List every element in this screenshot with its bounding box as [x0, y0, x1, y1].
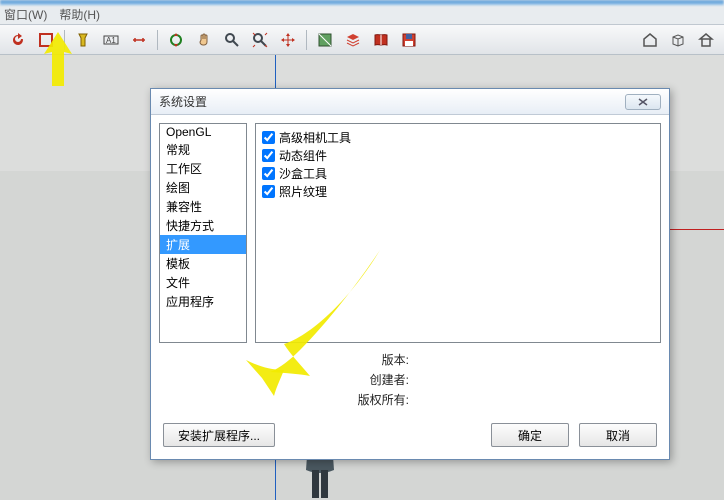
author-label: 创建者: — [255, 371, 415, 388]
extension-checkbox[interactable] — [262, 185, 275, 198]
close-button[interactable] — [625, 94, 661, 110]
cancel-button[interactable]: 取消 — [579, 423, 657, 447]
extension-checkbox[interactable] — [262, 167, 275, 180]
extension-label: 动态组件 — [279, 147, 327, 164]
flashlight-icon[interactable] — [71, 28, 95, 52]
toolbar: A1 — [0, 25, 724, 55]
titlebar-blur — [0, 0, 724, 5]
install-extension-button[interactable]: 安装扩展程序... — [163, 423, 275, 447]
extension-label: 高级相机工具 — [279, 129, 351, 146]
zoom-icon[interactable] — [220, 28, 244, 52]
extension-checkbox[interactable] — [262, 149, 275, 162]
pan-icon[interactable] — [192, 28, 216, 52]
dimension-icon[interactable] — [127, 28, 151, 52]
move-icon[interactable] — [276, 28, 300, 52]
ok-button[interactable]: 确定 — [491, 423, 569, 447]
text-label-icon[interactable]: A1 — [99, 28, 123, 52]
category-item[interactable]: 快捷方式 — [160, 216, 246, 235]
toolbar-separator — [306, 30, 307, 50]
layers-icon[interactable] — [341, 28, 365, 52]
house-icon[interactable] — [638, 28, 662, 52]
category-item[interactable]: 文件 — [160, 273, 246, 292]
system-settings-dialog: 系统设置 OpenGL常规工作区绘图兼容性快捷方式扩展模板文件应用程序 高级相机… — [150, 88, 670, 460]
menubar: 窗口(W) 帮助(H) — [0, 5, 724, 25]
section-icon[interactable] — [313, 28, 337, 52]
refresh-icon[interactable] — [6, 28, 30, 52]
home-icon[interactable] — [694, 28, 718, 52]
extensions-list[interactable]: 高级相机工具动态组件沙盒工具照片纹理 — [255, 123, 661, 343]
orbit-icon[interactable] — [164, 28, 188, 52]
version-label: 版本: — [255, 351, 415, 368]
save-icon[interactable] — [397, 28, 421, 52]
dialog-title: 系统设置 — [159, 93, 207, 110]
zoom-extents-icon[interactable] — [248, 28, 272, 52]
box-icon[interactable] — [666, 28, 690, 52]
category-item[interactable]: 兼容性 — [160, 197, 246, 216]
extension-row[interactable]: 动态组件 — [262, 146, 654, 164]
extension-label: 沙盒工具 — [279, 165, 327, 182]
copyright-label: 版权所有: — [255, 391, 415, 408]
menu-window[interactable]: 窗口(W) — [4, 6, 47, 23]
extension-row[interactable]: 照片纹理 — [262, 182, 654, 200]
category-item[interactable]: 应用程序 — [160, 292, 246, 311]
toolbar-separator — [64, 30, 65, 50]
extension-checkbox[interactable] — [262, 131, 275, 144]
extension-row[interactable]: 沙盒工具 — [262, 164, 654, 182]
book-icon[interactable] — [369, 28, 393, 52]
category-item[interactable]: 常规 — [160, 140, 246, 159]
menu-help[interactable]: 帮助(H) — [59, 6, 100, 23]
dialog-titlebar[interactable]: 系统设置 — [151, 89, 669, 115]
category-item[interactable]: OpenGL — [160, 124, 246, 140]
new-icon[interactable] — [34, 28, 58, 52]
category-item[interactable]: 模板 — [160, 254, 246, 273]
category-item[interactable]: 绘图 — [160, 178, 246, 197]
extension-row[interactable]: 高级相机工具 — [262, 128, 654, 146]
category-list[interactable]: OpenGL常规工作区绘图兼容性快捷方式扩展模板文件应用程序 — [159, 123, 247, 343]
svg-text:A1: A1 — [106, 36, 116, 45]
extension-label: 照片纹理 — [279, 183, 327, 200]
category-item[interactable]: 扩展 — [160, 235, 246, 254]
category-item[interactable]: 工作区 — [160, 159, 246, 178]
toolbar-separator — [157, 30, 158, 50]
